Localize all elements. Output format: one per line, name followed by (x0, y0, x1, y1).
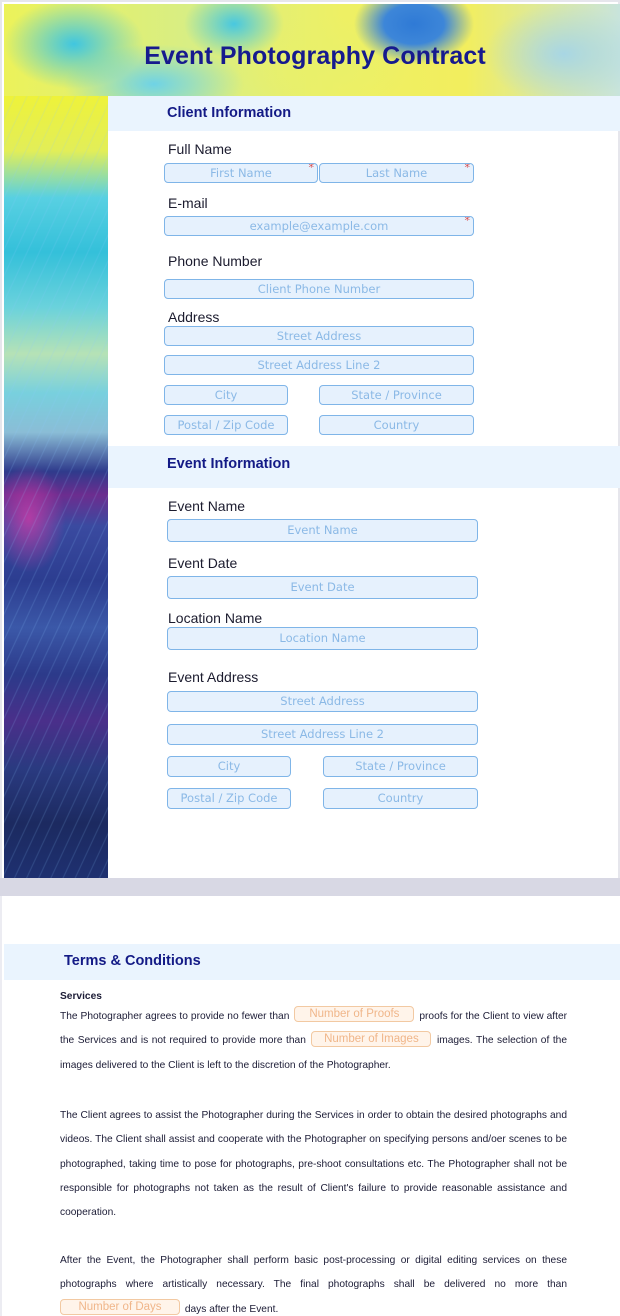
required-asterisk: * (308, 163, 315, 174)
street-address-input[interactable]: Street Address (164, 326, 474, 346)
event-date-placeholder: Event Date (290, 580, 355, 594)
event-name-input[interactable]: Event Name (167, 519, 478, 542)
email-placeholder: example@example.com (249, 219, 389, 233)
phone-placeholder: Client Phone Number (257, 282, 381, 296)
first-name-placeholder: First Name (210, 166, 272, 180)
state-province-placeholder: State / Province (351, 388, 442, 402)
last-name-placeholder: Last Name (365, 166, 428, 180)
postal-code-input[interactable]: Postal / Zip Code (164, 415, 288, 435)
city-placeholder: City (214, 388, 238, 402)
number-of-proofs-input[interactable]: Number of Proofs (294, 1006, 415, 1023)
page-separator (0, 878, 620, 896)
services-paragraph-1: The Photographer agrees to provide no fe… (60, 1005, 567, 1078)
event-state-province-input[interactable]: State / Province (323, 756, 478, 777)
event-city-placeholder: City (217, 759, 241, 773)
email-label: E-mail (168, 195, 208, 211)
terms-section-title: Terms & Conditions (64, 953, 201, 969)
event-street-address-line2-placeholder: Street Address Line 2 (261, 727, 384, 741)
street-address-line2-placeholder: Street Address Line 2 (257, 358, 381, 372)
event-country-input[interactable]: Country (323, 788, 478, 809)
location-name-input[interactable]: Location Name (167, 627, 478, 650)
services-paragraph-3: After the Event, the Photographer shall … (60, 1249, 567, 1316)
event-street-address-line2-input[interactable]: Street Address Line 2 (167, 724, 478, 745)
last-name-input[interactable]: Last Name * (319, 163, 474, 183)
location-name-label: Location Name (168, 610, 263, 626)
full-name-label: Full Name (168, 141, 232, 157)
event-street-address-placeholder: Street Address (280, 694, 365, 708)
postal-code-placeholder: Postal / Zip Code (177, 418, 275, 432)
p3-text-2: days after the Event. (184, 1303, 279, 1315)
event-postal-code-input[interactable]: Postal / Zip Code (167, 788, 291, 809)
street-address-placeholder: Street Address (276, 329, 362, 343)
country-placeholder: Country (373, 418, 420, 432)
event-name-label: Event Name (168, 498, 246, 514)
event-city-input[interactable]: City (167, 756, 291, 777)
state-province-input[interactable]: State / Province (319, 385, 474, 405)
event-street-address-input[interactable]: Street Address (167, 691, 478, 712)
city-input[interactable]: City (164, 385, 288, 405)
event-name-placeholder: Event Name (287, 523, 358, 537)
services-heading: Services (60, 991, 102, 1002)
event-postal-code-placeholder: Postal / Zip Code (180, 791, 278, 805)
event-date-label: Event Date (168, 555, 238, 571)
location-name-placeholder: Location Name (279, 631, 366, 645)
email-input[interactable]: example@example.com * (164, 216, 474, 236)
address-label: Address (168, 309, 220, 325)
phone-label: Phone Number (168, 253, 263, 269)
event-date-input[interactable]: Event Date (167, 576, 478, 599)
event-section-title: Event Information (167, 456, 291, 472)
form-page-1: Event Photography Contract Client Inform… (0, 0, 620, 878)
event-state-province-placeholder: State / Province (355, 759, 446, 773)
event-country-placeholder: Country (377, 791, 424, 805)
number-of-days-input[interactable]: Number of Days (60, 1298, 180, 1315)
required-asterisk: * (464, 163, 471, 174)
page-title: Event Photography Contract (144, 42, 486, 70)
number-of-images-input[interactable]: Number of Images (311, 1030, 432, 1047)
services-paragraph-2: The Client agrees to assist the Photogra… (60, 1110, 567, 1219)
p1-text-1: The Photographer agrees to provide no fe… (60, 1011, 290, 1022)
required-asterisk: * (464, 216, 471, 227)
first-name-input[interactable]: First Name * (164, 163, 318, 183)
client-section-title: Client Information (167, 105, 292, 121)
p3-text-1: After the Event, the Photographer shall … (60, 1255, 567, 1291)
country-input[interactable]: Country (319, 415, 474, 435)
form-page-2: Terms & Conditions Services The Photogra… (0, 896, 620, 1316)
phone-input[interactable]: Client Phone Number (164, 279, 474, 299)
street-address-line2-input[interactable]: Street Address Line 2 (164, 355, 474, 375)
event-address-label: Event Address (168, 669, 259, 685)
decorative-side-image (4, 96, 108, 878)
